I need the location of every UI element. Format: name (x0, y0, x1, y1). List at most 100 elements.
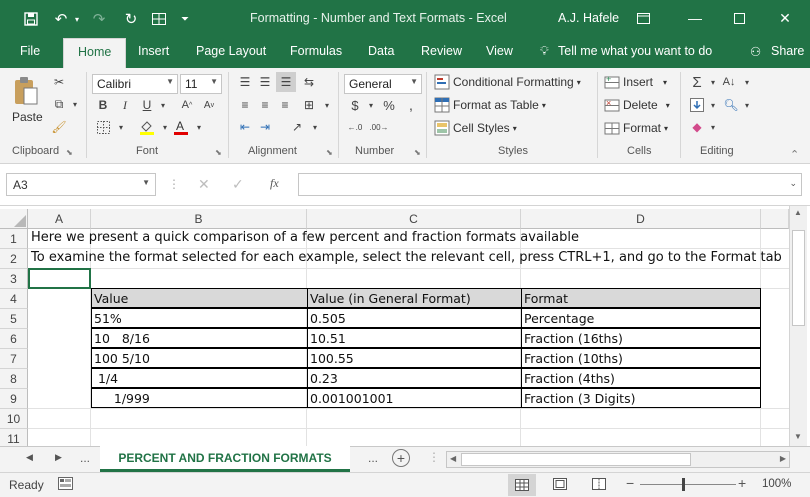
cell-a2-text[interactable]: To examine the format selected for each … (31, 250, 782, 265)
column-header-d[interactable]: D (521, 209, 761, 229)
row-header[interactable]: 3 (0, 269, 28, 289)
table-cell[interactable]: Fraction (10ths) (521, 348, 761, 368)
row-header[interactable]: 11 (0, 429, 28, 446)
align-left-icon[interactable]: ≡ (236, 97, 254, 113)
zoom-out-icon[interactable]: − (626, 475, 634, 491)
font-size-select[interactable]: 11 ▼ (180, 74, 222, 94)
table-cell[interactable]: 100 5/10 (91, 348, 308, 368)
scroll-down-icon[interactable]: ▼ (794, 432, 802, 441)
row-header[interactable]: 8 (0, 369, 28, 389)
vertical-scrollbar[interactable]: ▲ ▼ (789, 206, 807, 446)
row-header[interactable]: 10 (0, 409, 28, 429)
clear-dropdown-icon[interactable]: ▾ (704, 119, 722, 135)
bold-button[interactable]: B (94, 97, 112, 113)
tab-formulas[interactable]: Formulas (290, 44, 342, 58)
horizontal-scrollbar[interactable]: ◀ ▶ (446, 451, 790, 468)
table-cell[interactable]: 0.001001001 (307, 388, 522, 408)
comma-style-icon[interactable]: , (402, 97, 420, 113)
formula-input[interactable]: ⌄ (298, 173, 802, 196)
expand-formula-icon[interactable]: ⌄ (789, 178, 797, 189)
tab-insert[interactable]: Insert (138, 44, 169, 58)
row-header[interactable]: 7 (0, 349, 28, 369)
row-header[interactable]: 6 (0, 329, 28, 349)
table-cell[interactable]: 1/999 (91, 388, 308, 408)
table-cell[interactable]: 100.55 (307, 348, 522, 368)
undo-icon[interactable]: ↶ (50, 9, 72, 29)
cell-a1-text[interactable]: Here we present a quick comparison of a … (31, 230, 579, 245)
maximize-icon[interactable] (728, 8, 750, 28)
table-cell[interactable]: Fraction (16ths) (521, 328, 761, 348)
tab-view[interactable]: View (486, 44, 513, 58)
enter-icon[interactable]: ✓ (232, 176, 244, 193)
table-header-format[interactable]: Format (521, 288, 761, 308)
zoom-in-icon[interactable]: + (738, 475, 746, 491)
scroll-left-icon[interactable]: ◀ (450, 454, 456, 463)
table-cell[interactable]: Fraction (3 Digits) (521, 388, 761, 408)
collapse-ribbon-icon[interactable]: ⌃ (790, 148, 799, 161)
currency-dropdown-icon[interactable]: ▾ (362, 97, 380, 113)
tab-home[interactable]: Home (63, 38, 127, 69)
increase-font-icon[interactable]: A ^ (178, 97, 196, 113)
insert-function-icon[interactable]: fx (270, 176, 279, 191)
column-header-b[interactable]: B (91, 209, 307, 229)
scrollbar-thumb[interactable] (792, 230, 805, 326)
increase-indent-icon[interactable]: ⇥ (256, 119, 274, 135)
underline-dropdown-icon[interactable]: ▾ (154, 97, 172, 113)
merge-center-icon[interactable]: ⊞ (300, 97, 318, 113)
more-sheets-left-icon[interactable]: ... (80, 451, 90, 465)
form-icon[interactable] (148, 9, 170, 29)
scroll-up-icon[interactable]: ▲ (794, 208, 802, 217)
increase-decimal-icon[interactable]: ←.0 (346, 119, 364, 135)
tab-page-layout[interactable]: Page Layout (196, 44, 266, 58)
italic-button[interactable]: I (116, 97, 134, 113)
sheet-tab-percent-fraction[interactable]: PERCENT AND FRACTION FORMATS (100, 446, 350, 472)
table-cell[interactable]: 1/4 (91, 368, 308, 388)
tab-review[interactable]: Review (421, 44, 462, 58)
normal-view-icon[interactable] (508, 474, 536, 496)
zoom-slider[interactable] (640, 484, 736, 485)
table-cell[interactable]: 51% (91, 308, 308, 328)
worksheet-grid[interactable]: A B C D 1 2 3 4 5 6 7 8 9 10 11 Here we … (0, 206, 810, 446)
number-format-select[interactable]: General ▼ (344, 74, 422, 94)
horizontal-scrollbar-thumb[interactable] (461, 453, 691, 466)
page-layout-view-icon[interactable] (553, 478, 567, 493)
prev-sheet-icon[interactable]: ◀ (26, 452, 33, 463)
add-sheet-icon[interactable]: + (392, 449, 410, 467)
merge-dropdown-icon[interactable]: ▾ (318, 97, 336, 113)
column-header-e[interactable] (761, 209, 789, 229)
row-header[interactable]: 9 (0, 389, 28, 409)
table-cell[interactable]: 10 8/16 (91, 328, 308, 348)
zoom-level[interactable]: 100% (762, 478, 791, 490)
align-center-icon[interactable]: ≡ (256, 97, 274, 113)
orientation-icon[interactable]: ↗ (288, 119, 306, 135)
orientation-dropdown-icon[interactable]: ▾ (306, 119, 324, 135)
insert-cells-button[interactable]: + Insert ▾ (604, 74, 667, 90)
table-header-value[interactable]: Value (91, 288, 308, 308)
sort-filter-icon[interactable]: A↓ (720, 74, 738, 90)
column-header-c[interactable]: C (307, 209, 521, 229)
number-launcher-icon[interactable]: ⬊ (414, 148, 421, 157)
row-header[interactable]: 5 (0, 309, 28, 329)
align-bottom-icon[interactable]: ☰ (276, 72, 296, 92)
find-select-dropdown-icon[interactable]: ▾ (738, 97, 756, 113)
ribbon-display-icon[interactable] (632, 8, 654, 28)
customize-qat-icon[interactable]: ⏷ (178, 9, 192, 29)
macro-record-icon[interactable] (58, 477, 74, 494)
percent-icon[interactable]: % (380, 97, 398, 113)
table-cell[interactable]: Fraction (4ths) (521, 368, 761, 388)
page-break-view-icon[interactable] (592, 478, 606, 493)
fill-dropdown-icon[interactable]: ▾ (704, 97, 722, 113)
table-header-general[interactable]: Value (in General Format) (307, 288, 522, 308)
conditional-formatting-button[interactable]: Conditional Formatting ▾ (434, 74, 581, 90)
font-color-icon[interactable]: A (172, 119, 190, 135)
tab-split-handle-icon[interactable]: ⋮ (428, 450, 440, 464)
borders-dropdown-icon[interactable]: ▾ (112, 119, 130, 135)
table-cell[interactable]: Percentage (521, 308, 761, 328)
select-all-button[interactable] (0, 209, 28, 229)
table-cell[interactable]: 0.505 (307, 308, 522, 328)
decrease-decimal-icon[interactable]: .00→ (369, 119, 388, 135)
table-cell[interactable]: 0.23 (307, 368, 522, 388)
scroll-right-icon[interactable]: ▶ (780, 454, 786, 463)
row-header[interactable]: 1 (0, 229, 28, 249)
font-name-select[interactable]: Calibri ▼ (92, 74, 178, 94)
